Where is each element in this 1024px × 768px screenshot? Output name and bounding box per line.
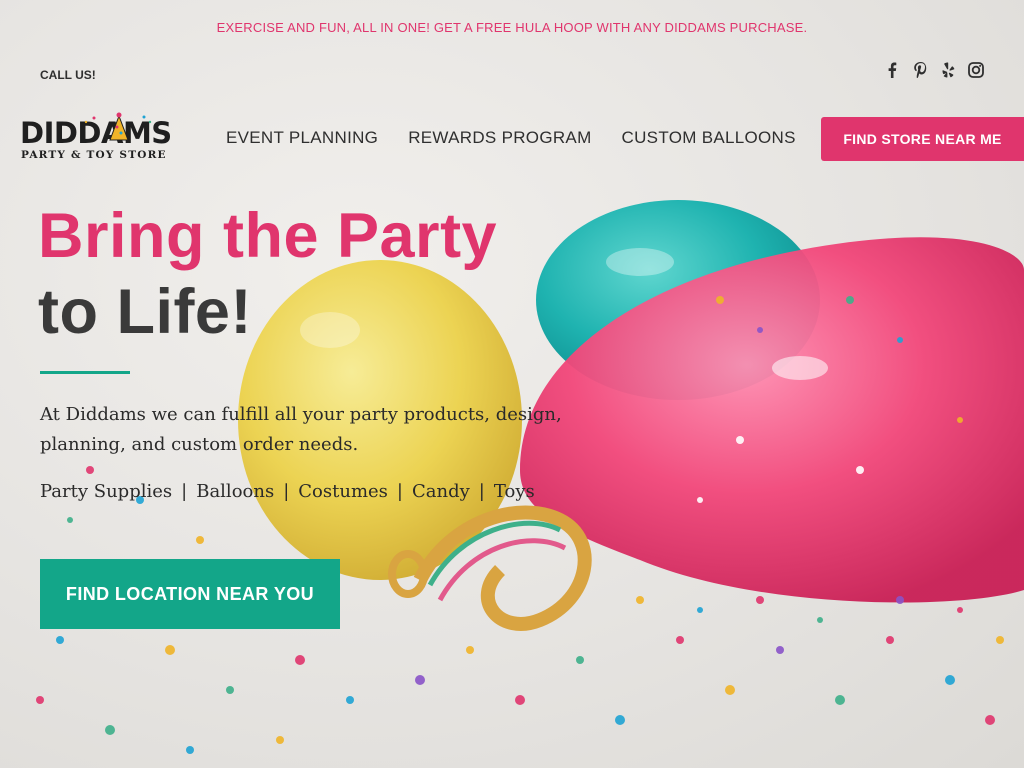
category-list: Party Supplies | Balloons | Costumes | C… — [40, 481, 535, 502]
category-party-supplies[interactable]: Party Supplies — [40, 481, 172, 502]
hero-intro-text: At Diddams we can fulfill all your party… — [40, 404, 562, 455]
facebook-icon[interactable] — [884, 61, 900, 79]
find-store-button[interactable]: FIND STORE NEAR ME — [821, 117, 1024, 161]
instagram-icon[interactable] — [968, 61, 984, 79]
hero-headline-line2: to Life! — [38, 277, 252, 347]
hero-headline-line1: Bring the Party — [38, 201, 498, 271]
nav-custom-balloons[interactable]: CUSTOM BALLOONS — [622, 128, 796, 148]
category-costumes[interactable]: Costumes — [298, 481, 388, 502]
nav-rewards-program[interactable]: REWARDS PROGRAM — [408, 128, 591, 148]
social-links — [884, 61, 984, 79]
logo-tagline: PARTY & TOY STORE — [21, 149, 167, 161]
category-balloons[interactable]: Balloons — [196, 481, 274, 502]
nav-event-planning[interactable]: EVENT PLANNING — [226, 128, 378, 148]
accent-divider — [40, 371, 130, 374]
promo-announcement: EXERCISE AND FUN, ALL IN ONE! GET A FREE… — [216, 20, 808, 35]
yelp-icon[interactable] — [940, 61, 956, 79]
category-candy[interactable]: Candy — [412, 481, 470, 502]
category-separator: | — [283, 481, 290, 502]
main-nav: EVENT PLANNING REWARDS PROGRAM CUSTOM BA… — [226, 128, 796, 148]
category-separator: | — [181, 481, 188, 502]
category-separator: | — [396, 481, 403, 502]
diddams-logo[interactable]: DIDDAMS PARTY & TOY STORE — [20, 112, 185, 164]
pinterest-icon[interactable] — [912, 61, 928, 79]
find-location-button[interactable]: FIND LOCATION NEAR YOU — [40, 559, 340, 629]
call-us-link[interactable]: CALL US! — [40, 68, 96, 82]
category-separator: | — [478, 481, 485, 502]
category-toys[interactable]: Toys — [494, 481, 535, 502]
